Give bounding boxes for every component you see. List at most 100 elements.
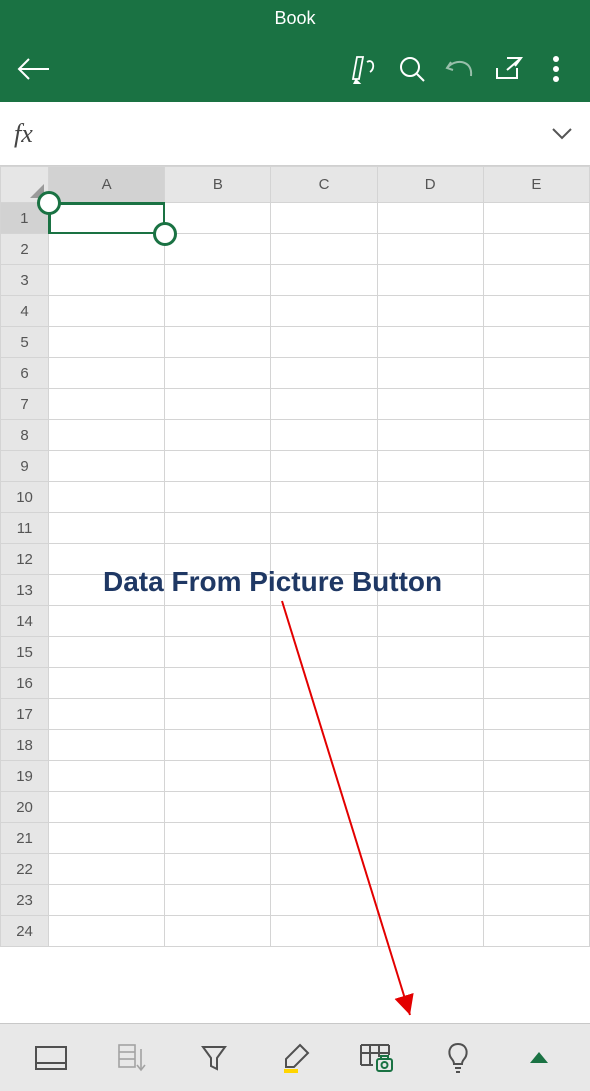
draw-button[interactable] <box>340 45 388 93</box>
cell[interactable] <box>377 823 483 854</box>
cell[interactable] <box>377 420 483 451</box>
column-header[interactable]: C <box>271 167 377 203</box>
cell[interactable] <box>271 482 377 513</box>
cell[interactable] <box>49 792 165 823</box>
cell[interactable] <box>271 792 377 823</box>
spreadsheet-grid[interactable]: A B C D E 123456789101112131415161718192… <box>0 166 590 1023</box>
cell[interactable] <box>377 265 483 296</box>
row-header[interactable]: 19 <box>1 761 49 792</box>
cell[interactable] <box>49 544 165 575</box>
row-header[interactable]: 17 <box>1 699 49 730</box>
cell[interactable] <box>377 482 483 513</box>
cell[interactable] <box>271 358 377 389</box>
share-button[interactable] <box>484 45 532 93</box>
cell[interactable] <box>483 668 589 699</box>
cell[interactable] <box>271 575 377 606</box>
cell[interactable] <box>377 606 483 637</box>
cell[interactable] <box>49 575 165 606</box>
cell[interactable] <box>271 668 377 699</box>
cell[interactable] <box>483 327 589 358</box>
cell[interactable] <box>271 699 377 730</box>
cell[interactable] <box>483 916 589 947</box>
row-header[interactable]: 23 <box>1 885 49 916</box>
cell[interactable] <box>271 854 377 885</box>
cell[interactable] <box>165 358 271 389</box>
column-header[interactable]: A <box>49 167 165 203</box>
cell[interactable] <box>483 451 589 482</box>
data-from-picture-button[interactable] <box>351 1033 401 1083</box>
sort-button[interactable] <box>107 1033 157 1083</box>
cell[interactable] <box>271 296 377 327</box>
cell[interactable] <box>483 234 589 265</box>
cell[interactable] <box>483 761 589 792</box>
cell[interactable] <box>377 296 483 327</box>
cell[interactable] <box>49 854 165 885</box>
cell[interactable] <box>49 668 165 699</box>
cell[interactable] <box>165 389 271 420</box>
cell[interactable] <box>271 761 377 792</box>
cell[interactable] <box>271 234 377 265</box>
cell[interactable] <box>377 761 483 792</box>
cell[interactable] <box>377 575 483 606</box>
cell[interactable] <box>49 234 165 265</box>
row-header[interactable]: 15 <box>1 637 49 668</box>
cell[interactable] <box>271 730 377 761</box>
cell[interactable] <box>165 792 271 823</box>
row-header[interactable]: 12 <box>1 544 49 575</box>
cell[interactable] <box>165 234 271 265</box>
back-button[interactable] <box>10 45 58 93</box>
cell[interactable] <box>49 730 165 761</box>
row-header[interactable]: 7 <box>1 389 49 420</box>
cell[interactable] <box>271 265 377 296</box>
cell[interactable] <box>483 699 589 730</box>
cell[interactable] <box>49 203 165 234</box>
row-header[interactable]: 2 <box>1 234 49 265</box>
cell[interactable] <box>165 730 271 761</box>
cell[interactable] <box>49 885 165 916</box>
cell[interactable] <box>377 637 483 668</box>
cell[interactable] <box>483 854 589 885</box>
cell[interactable] <box>49 513 165 544</box>
cell[interactable] <box>49 265 165 296</box>
row-header[interactable]: 1 <box>1 203 49 234</box>
cell[interactable] <box>49 451 165 482</box>
cell[interactable] <box>165 637 271 668</box>
cell[interactable] <box>377 358 483 389</box>
cell[interactable] <box>165 482 271 513</box>
cell[interactable] <box>165 699 271 730</box>
search-button[interactable] <box>388 45 436 93</box>
row-header[interactable]: 18 <box>1 730 49 761</box>
cell[interactable] <box>49 606 165 637</box>
cell[interactable] <box>49 761 165 792</box>
cell[interactable] <box>165 544 271 575</box>
cell[interactable] <box>165 668 271 699</box>
card-view-button[interactable] <box>26 1033 76 1083</box>
cell[interactable] <box>49 296 165 327</box>
row-header[interactable]: 22 <box>1 854 49 885</box>
cell[interactable] <box>271 420 377 451</box>
cell[interactable] <box>165 575 271 606</box>
cell[interactable] <box>165 854 271 885</box>
cell[interactable] <box>377 854 483 885</box>
filter-button[interactable] <box>189 1033 239 1083</box>
cell[interactable] <box>483 606 589 637</box>
column-header[interactable]: D <box>377 167 483 203</box>
cell[interactable] <box>271 544 377 575</box>
cell[interactable] <box>271 203 377 234</box>
cell[interactable] <box>483 730 589 761</box>
row-header[interactable]: 24 <box>1 916 49 947</box>
cell[interactable] <box>49 389 165 420</box>
select-all-corner[interactable] <box>1 167 49 203</box>
cell[interactable] <box>377 389 483 420</box>
cell[interactable] <box>165 823 271 854</box>
cell[interactable] <box>271 916 377 947</box>
cell[interactable] <box>483 358 589 389</box>
column-header[interactable]: B <box>165 167 271 203</box>
cell[interactable] <box>483 482 589 513</box>
cell[interactable] <box>49 823 165 854</box>
cell[interactable] <box>483 296 589 327</box>
row-header[interactable]: 5 <box>1 327 49 358</box>
cell[interactable] <box>483 420 589 451</box>
cell[interactable] <box>483 544 589 575</box>
row-header[interactable]: 20 <box>1 792 49 823</box>
